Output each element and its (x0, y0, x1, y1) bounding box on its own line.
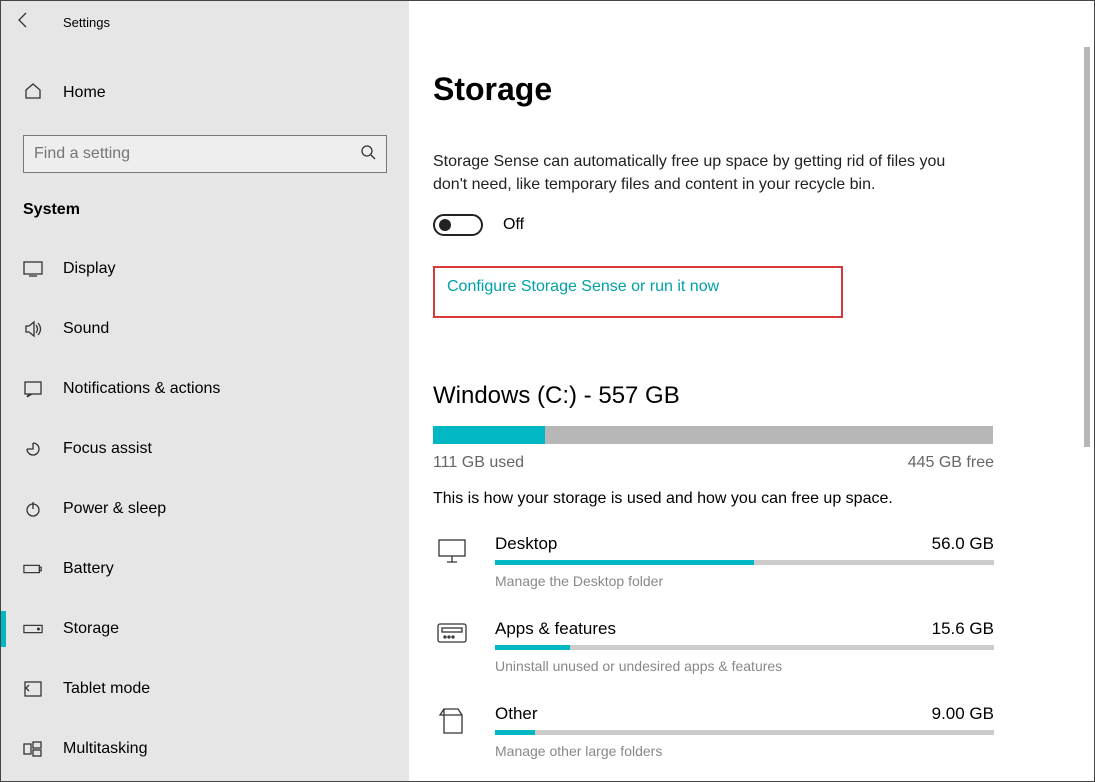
nav-multitasking[interactable]: Multitasking (1, 719, 409, 779)
storage-sense-toggle[interactable] (433, 214, 483, 236)
category-bar (495, 560, 994, 565)
display-icon (23, 261, 43, 277)
page-title: Storage (433, 71, 1072, 108)
window-title: Settings (63, 15, 110, 30)
nav-tablet-mode[interactable]: Tablet mode (1, 659, 409, 719)
category-icon (433, 619, 471, 674)
sidebar: Home System Display Sound Notifications … (1, 43, 409, 781)
focus-assist-icon (23, 439, 43, 459)
battery-icon (23, 562, 43, 576)
nav-power-sleep[interactable]: Power & sleep (1, 479, 409, 539)
nav-label: Storage (63, 620, 119, 638)
search-input[interactable] (34, 145, 342, 163)
nav-label: Display (63, 260, 115, 278)
nav-label: Tablet mode (63, 680, 150, 698)
nav-battery[interactable]: Battery (1, 539, 409, 599)
configure-link-highlight: Configure Storage Sense or run it now (433, 266, 843, 318)
drive-usage-bar (433, 426, 993, 444)
nav-storage[interactable]: Storage (1, 599, 409, 659)
category-name: Other (495, 704, 538, 724)
category-name: Apps & features (495, 619, 616, 639)
storage-sense-desc: Storage Sense can automatically free up … (433, 150, 963, 196)
home-icon (23, 81, 43, 106)
sound-icon (23, 320, 43, 338)
nav-label: Focus assist (63, 440, 152, 458)
storage-category[interactable]: Other 9.00 GB Manage other large folders (433, 704, 994, 759)
toggle-state-label: Off (503, 216, 524, 234)
used-label: 111 GB used (433, 454, 524, 472)
back-button[interactable] (1, 11, 45, 34)
nav-display[interactable]: Display (1, 239, 409, 299)
category-size: 9.00 GB (932, 704, 994, 724)
storage-category[interactable]: Desktop 56.0 GB Manage the Desktop folde… (433, 534, 994, 589)
main-content: Storage Storage Sense can automatically … (409, 1, 1090, 781)
category-icon (433, 534, 471, 589)
home-label: Home (63, 84, 106, 102)
search-box[interactable] (23, 135, 387, 173)
category-icon (433, 704, 471, 759)
scrollbar[interactable] (1084, 47, 1090, 447)
nav-label: Multitasking (63, 740, 147, 758)
nav-label: Battery (63, 560, 114, 578)
configure-storage-sense-link[interactable]: Configure Storage Sense or run it now (447, 278, 719, 295)
category-name: Desktop (495, 534, 557, 554)
nav-label: Sound (63, 320, 109, 338)
category-size: 15.6 GB (932, 619, 994, 639)
search-icon (360, 144, 376, 165)
free-label: 445 GB free (908, 454, 994, 472)
category-sub: Uninstall unused or undesired apps & fea… (495, 658, 994, 674)
category-bar (495, 645, 994, 650)
usage-subdesc: This is how your storage is used and how… (433, 490, 1072, 508)
storage-category[interactable]: Apps & features 15.6 GB Uninstall unused… (433, 619, 994, 674)
power-icon (23, 500, 43, 518)
drive-usage-fill (433, 426, 545, 444)
category-sub: Manage other large folders (495, 743, 994, 759)
tablet-icon (23, 680, 43, 698)
nav-focus-assist[interactable]: Focus assist (1, 419, 409, 479)
nav-sound[interactable]: Sound (1, 299, 409, 359)
multitasking-icon (23, 741, 43, 757)
section-header: System (1, 201, 409, 239)
category-size: 56.0 GB (932, 534, 994, 554)
storage-icon (23, 623, 43, 635)
nav-label: Power & sleep (63, 500, 166, 518)
category-bar (495, 730, 994, 735)
category-sub: Manage the Desktop folder (495, 573, 994, 589)
nav-label: Notifications & actions (63, 380, 220, 398)
home-nav[interactable]: Home (1, 73, 409, 113)
nav-notifications[interactable]: Notifications & actions (1, 359, 409, 419)
notifications-icon (23, 380, 43, 398)
drive-title: Windows (C:) - 557 GB (433, 382, 1072, 410)
